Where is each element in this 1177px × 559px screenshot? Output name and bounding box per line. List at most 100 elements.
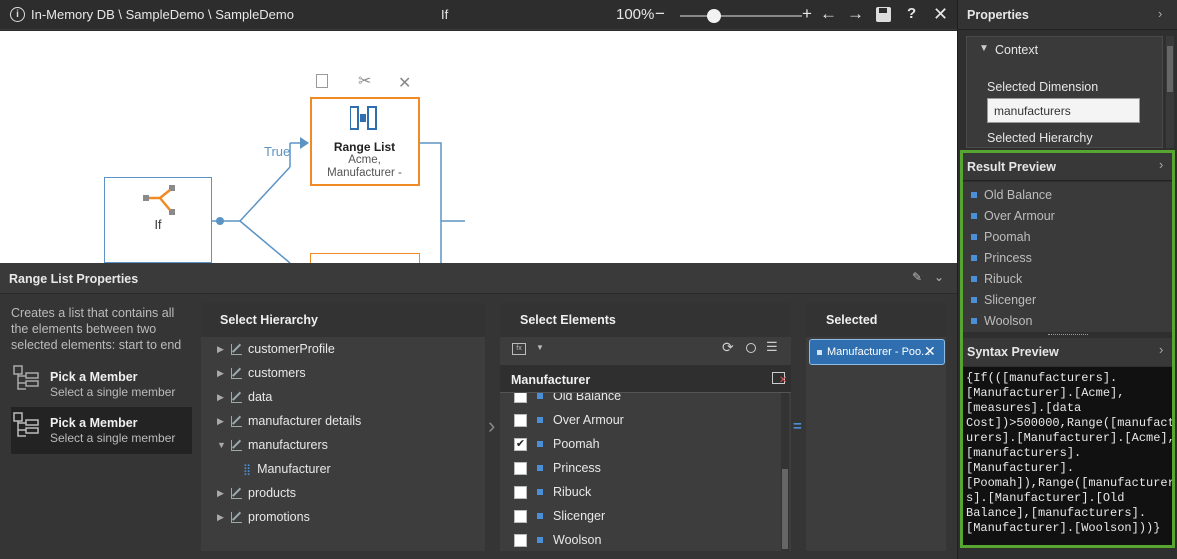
properties-scrollbar[interactable] — [1166, 36, 1174, 148]
pick-member-start[interactable]: Pick a Member Select a single member — [11, 361, 192, 405]
clear-selection-icon[interactable]: ✕ — [772, 372, 787, 386]
hierarchy-item[interactable]: ▶ promotions — [217, 510, 310, 524]
close-icon[interactable]: ✕ — [933, 4, 948, 24]
member-square-icon — [537, 537, 543, 543]
element-row[interactable]: Over Armour — [514, 413, 624, 427]
selected-dimension-label: Selected Dimension — [987, 80, 1099, 94]
result-item-label: Poomah — [984, 230, 1031, 244]
hierarchy-item[interactable]: ▶ data — [217, 390, 272, 404]
pin-icon[interactable]: ✎ — [912, 270, 922, 284]
chevron-right-icon[interactable]: › — [488, 413, 495, 439]
select-elements-panel: Select Elements fx ▼ ⟳ ☰ Manufacturer ✕ … — [500, 303, 791, 551]
syntax-preview-code: {If(([manufacturers]. [Manufacturer].[Acm… — [963, 367, 1172, 545]
splitter-handle[interactable] — [1048, 334, 1088, 336]
formula-icon[interactable]: fx — [512, 343, 526, 355]
equals-icon: = — [793, 418, 802, 435]
function-description: Creates a list that contains all the ele… — [11, 306, 182, 352]
elements-scrollbar[interactable] — [781, 393, 789, 551]
formula-title: If — [441, 7, 449, 22]
pick-member-end[interactable]: Pick a Member Select a single member — [11, 407, 192, 454]
selected-chip-label: Manufacturer - Poo... — [827, 346, 931, 358]
copy-icon[interactable] — [316, 74, 328, 88]
element-checkbox[interactable] — [514, 509, 527, 523]
zoom-slider-track[interactable] — [680, 15, 802, 17]
element-checkbox[interactable] — [514, 461, 527, 475]
undo-arrow-icon[interactable]: ← — [820, 4, 837, 24]
hierarchy-icon — [231, 343, 242, 355]
hierarchy-item[interactable]: ▼ manufacturers — [217, 438, 328, 452]
syntax-line: {If(([manufacturers]. — [966, 371, 1118, 385]
formula-canvas[interactable]: True If ✂ ✕ Range List Acme, Manufacture… — [0, 31, 957, 263]
member-square-icon — [971, 192, 977, 198]
save-icon[interactable] — [876, 7, 891, 22]
caret-right-icon[interactable]: ▶ — [217, 344, 225, 355]
list-options-icon[interactable]: ☰ — [766, 339, 778, 355]
element-row[interactable]: Woolson — [514, 533, 601, 547]
context-label: Context — [995, 43, 1039, 57]
select-hierarchy-title: Select Hierarchy — [220, 313, 318, 327]
caret-down-icon[interactable]: ▼ — [536, 343, 544, 352]
zoom-in-icon[interactable]: + — [802, 4, 812, 24]
result-preview-list: Old Balance Over Armour Poomah Princess Ribu… — [963, 182, 1172, 332]
element-row[interactable]: Old Balance — [514, 393, 621, 403]
info-icon[interactable]: i — [10, 7, 25, 22]
caret-right-icon[interactable]: ▶ — [217, 488, 225, 499]
cut-icon[interactable]: ✂ — [358, 71, 371, 91]
refresh-icon[interactable]: ⟳ — [722, 339, 734, 356]
caret-down-icon[interactable]: ▼ — [217, 440, 226, 450]
element-row[interactable]: Princess — [514, 461, 601, 475]
if-node[interactable]: If — [104, 177, 212, 263]
caret-right-icon[interactable]: ▶ — [217, 392, 225, 403]
result-item-label: Over Armour — [984, 209, 1055, 223]
pick-item-subtitle: Select a single member — [50, 431, 176, 445]
caret-right-icon[interactable]: ▶ — [217, 512, 225, 523]
zoom-level: 100% — [616, 6, 655, 23]
element-label: Princess — [553, 461, 601, 475]
hierarchy-child-item[interactable]: ⣿ Manufacturer — [243, 462, 331, 476]
hierarchy-item[interactable]: ▶ manufacturer details — [217, 414, 361, 428]
chevron-down-icon[interactable]: ⌄ — [934, 270, 944, 284]
chevron-right-icon[interactable]: › — [1159, 342, 1163, 357]
delete-icon[interactable]: ✕ — [398, 73, 411, 93]
help-icon[interactable]: ? — [907, 4, 916, 24]
element-label: Poomah — [553, 437, 600, 451]
result-preview-item: Woolson — [971, 314, 1032, 328]
chevron-down-icon[interactable]: ▼ — [979, 43, 989, 54]
element-checkbox[interactable] — [514, 393, 527, 403]
syntax-line: Balance],[manufacturers]. — [966, 506, 1147, 520]
element-checkbox[interactable] — [514, 533, 527, 547]
selected-chip[interactable]: Manufacturer - Poo... ✕ — [809, 339, 945, 365]
result-preview-title: Result Preview — [967, 160, 1056, 174]
result-preview-item: Ribuck — [971, 272, 1022, 286]
element-row[interactable]: ✔ Poomah — [514, 437, 600, 451]
caret-right-icon[interactable]: ▶ — [217, 368, 225, 379]
zoom-out-icon[interactable]: − — [655, 4, 665, 24]
element-row[interactable]: Ribuck — [514, 485, 591, 499]
element-checkbox[interactable] — [514, 485, 527, 499]
caret-right-icon[interactable]: ▶ — [217, 416, 225, 427]
result-preview-item: Poomah — [971, 230, 1031, 244]
chevron-right-icon[interactable]: › — [1158, 6, 1162, 21]
pick-item-title: Pick a Member — [50, 416, 138, 430]
redo-arrow-icon[interactable]: → — [847, 4, 864, 24]
bottom-title: Range List Properties — [9, 272, 139, 286]
hierarchy-item[interactable]: ▶ customerProfile — [217, 342, 335, 356]
chip-remove-icon[interactable]: ✕ — [924, 343, 936, 360]
elements-header-label: Manufacturer — [511, 373, 591, 387]
range-list-node[interactable]: Range List Acme, Manufacturer - — [310, 97, 420, 186]
if-branch-icon — [143, 185, 175, 215]
hierarchy-icon — [231, 439, 242, 451]
hierarchy-item[interactable]: ▶ products — [217, 486, 296, 500]
select-hierarchy-panel: Select Hierarchy ▶ customerProfile ▶ custom… — [201, 303, 485, 551]
selected-dimension-field[interactable]: manufacturers — [987, 98, 1140, 123]
chevron-right-icon[interactable]: › — [1159, 157, 1163, 172]
member-square-icon — [537, 441, 543, 447]
hierarchy-item[interactable]: ▶ customers — [217, 366, 306, 380]
range-list-node-2[interactable] — [310, 253, 420, 263]
search-icon[interactable] — [746, 343, 756, 353]
zoom-slider-handle[interactable] — [707, 9, 721, 23]
pick-item-title: Pick a Member — [50, 370, 138, 384]
element-checkbox[interactable]: ✔ — [514, 437, 527, 451]
element-checkbox[interactable] — [514, 413, 527, 427]
element-row[interactable]: Slicenger — [514, 509, 605, 523]
